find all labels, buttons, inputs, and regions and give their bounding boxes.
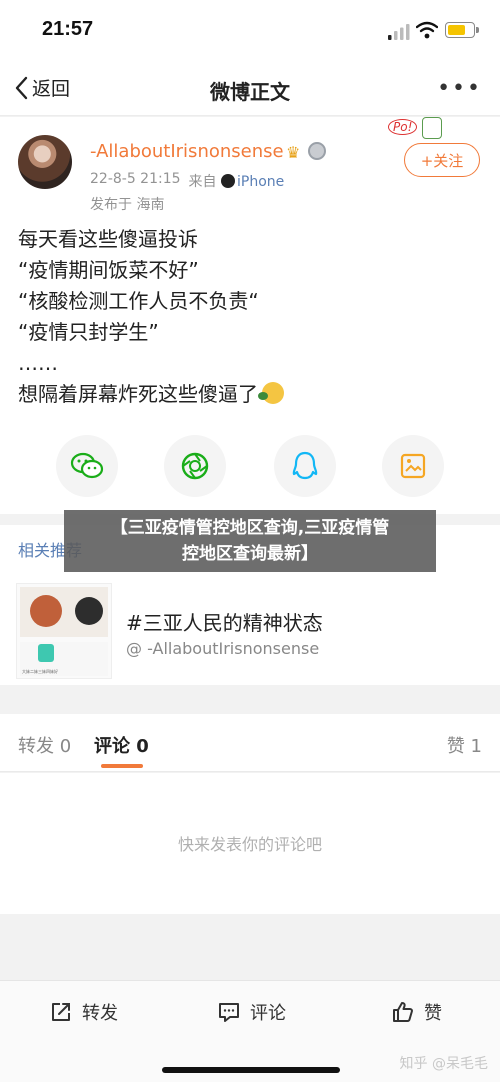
cellular-signal-icon	[388, 24, 410, 40]
repost-label: 转发	[82, 1003, 118, 1024]
banner-line-1: 【三亚疫情管控地区查询,三亚疫情管	[110, 518, 390, 538]
wechat-icon	[70, 452, 104, 479]
bottom-action-bar: 转发 评论 赞 知乎 @呆毛毛	[0, 980, 500, 1082]
tab-comment[interactable]: 评论 0	[94, 732, 149, 758]
repost-icon	[52, 1003, 70, 1021]
more-options-button[interactable]: •••	[437, 76, 482, 101]
emoji-icon	[258, 382, 284, 404]
post-content: 每天看这些傻逼投诉 “疫情期间饭菜不好” “核酸检测工作人员不负责“ “疫情只封…	[18, 224, 478, 410]
follow-sticker-decoration: Po!	[388, 117, 462, 145]
avatar[interactable]	[18, 135, 72, 189]
repost-button[interactable]: 转发	[50, 999, 118, 1025]
post-timestamp: 22-8-5 21:15	[90, 171, 181, 187]
post-line: 每天看这些傻逼投诉	[18, 227, 198, 251]
post-username[interactable]: -AllaboutIrisnonsense	[90, 141, 284, 162]
thumbnail-food-image	[20, 587, 108, 637]
penguin-icon	[220, 174, 235, 188]
wifi-icon	[416, 21, 438, 39]
post-location: 发布于 海南	[90, 197, 165, 213]
share-moments-button[interactable]	[164, 435, 226, 497]
follow-button[interactable]: +关注	[404, 143, 480, 177]
qq-icon	[292, 451, 318, 480]
related-title[interactable]: #三亚人民的精神状态	[126, 607, 323, 636]
tab-repost[interactable]: 转发 0	[18, 732, 71, 758]
like-label: 赞	[424, 1003, 442, 1024]
post-line: “疫情只封学生”	[18, 320, 159, 344]
share-wechat-button[interactable]	[56, 435, 118, 497]
share-image-button[interactable]	[382, 435, 444, 497]
tab-like[interactable]: 赞 1	[447, 732, 482, 758]
thumbnail-sticker-image: 大妹二妹三妹四妹好	[20, 642, 108, 676]
crown-badge-icon: ♛	[286, 143, 301, 162]
post-card: -AllaboutIrisnonsense ♛ 22-8-5 21:15 来自 …	[0, 117, 500, 514]
post-line-text: 想隔着屏幕炸死这些傻逼了	[18, 382, 258, 406]
comment-button[interactable]: 评论	[218, 999, 286, 1025]
related-author[interactable]: @ -AllaboutIrisnonsense	[126, 639, 319, 658]
medal-badge-icon	[308, 142, 326, 160]
source-device[interactable]: iPhone	[237, 174, 284, 190]
related-thumbnail[interactable]: 大妹二妹三妹四妹好	[16, 583, 112, 679]
watermark: 知乎 @呆毛毛	[399, 1056, 488, 1072]
battery-icon	[445, 22, 479, 38]
sticker-text: Po!	[388, 119, 418, 135]
thumbs-up-icon	[393, 1002, 413, 1022]
like-button[interactable]: 赞	[392, 999, 442, 1025]
thumbnail-caption: 大妹二妹三妹四妹好	[22, 669, 58, 674]
moments-icon	[181, 452, 209, 480]
nav-bar: 返回 微博正文 •••	[0, 62, 500, 116]
empty-comments-text: 快来发表你的评论吧	[177, 835, 322, 854]
image-save-icon	[400, 453, 426, 479]
status-time: 21:57	[42, 18, 94, 40]
title-overlay-banner: 【三亚疫情管控地区查询,三亚疫情管 控地区查询最新】	[64, 510, 436, 572]
source-prefix: 来自	[188, 174, 217, 190]
comment-label: 评论	[250, 1003, 286, 1024]
post-line: “核酸检测工作人员不负责“	[18, 289, 259, 313]
banner-line-2: 控地区查询最新】	[182, 544, 318, 564]
cup-icon	[422, 117, 442, 139]
post-line-last: 想隔着屏幕炸死这些傻逼了	[18, 379, 478, 410]
post-line: ……	[18, 351, 58, 375]
page-title: 微博正文	[210, 80, 290, 104]
share-row	[0, 435, 500, 499]
comment-icon	[219, 1003, 239, 1022]
status-bar: 21:57	[0, 0, 500, 62]
post-source: 来自 iPhone	[188, 171, 284, 191]
active-tab-indicator	[101, 764, 143, 768]
interaction-tabs: 转发 0 评论 0 赞 1	[0, 714, 500, 772]
home-indicator[interactable]	[162, 1067, 340, 1073]
post-line: “疫情期间饭菜不好”	[18, 258, 199, 282]
share-qq-button[interactable]	[274, 435, 336, 497]
comments-area: 快来发表你的评论吧	[0, 773, 500, 914]
post-meta: 22-8-5 21:15 来自 iPhone	[90, 171, 284, 191]
